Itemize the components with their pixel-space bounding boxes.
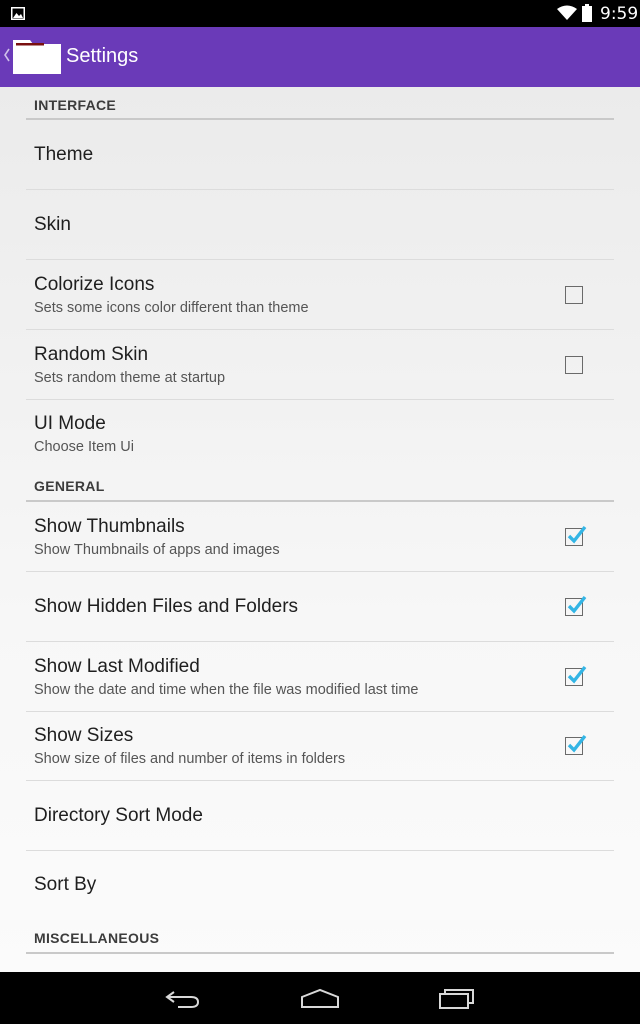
section-header-general: GENERAL	[26, 468, 614, 502]
checkmark-icon	[567, 525, 587, 544]
pref-show-thumbnails[interactable]: Show Thumbnails Show Thumbnails of apps …	[26, 502, 614, 572]
colorize-icons-checkbox[interactable]	[565, 286, 583, 304]
pref-summary: Sets some icons color different than the…	[34, 300, 309, 316]
checkmark-icon	[567, 595, 587, 614]
pref-title: Show Hidden Files and Folders	[34, 596, 299, 617]
pref-summary: Choose Item Ui	[34, 439, 134, 455]
show-last-modified-checkbox[interactable]	[565, 665, 587, 686]
wifi-icon	[557, 5, 577, 20]
home-icon[interactable]	[300, 988, 340, 1010]
pref-show-last-modified[interactable]: Show Last Modified Show the date and tim…	[26, 642, 614, 712]
pref-title: UI Mode	[34, 413, 106, 434]
pref-title: Sort By	[34, 874, 97, 895]
section-header-interface: INTERFACE	[26, 87, 614, 120]
section-header-miscellaneous: MISCELLANEOUS	[26, 920, 614, 954]
pref-title: Directory Sort Mode	[34, 805, 203, 826]
pref-summary: Show Thumbnails of apps and images	[34, 542, 280, 558]
pref-show-sizes[interactable]: Show Sizes Show size of files and number…	[26, 711, 614, 781]
pref-ui-mode[interactable]: UI Mode Choose Item Ui	[26, 399, 614, 468]
checkmark-icon	[567, 734, 587, 753]
pref-title: Show Thumbnails	[34, 516, 185, 537]
action-bar: Settings	[0, 27, 640, 87]
status-clock: 9:59	[600, 4, 639, 24]
battery-icon	[582, 4, 592, 22]
status-bar: 9:59	[0, 0, 640, 27]
pref-summary: Show size of files and number of items i…	[34, 751, 346, 767]
folder-icon[interactable]	[12, 37, 62, 75]
settings-list[interactable]: INTERFACE Theme Skin Colorize Icons Sets…	[0, 87, 640, 972]
pref-theme[interactable]: Theme	[26, 120, 614, 190]
show-sizes-checkbox[interactable]	[565, 734, 587, 755]
pref-summary: Sets random theme at startup	[34, 370, 226, 386]
pref-summary: Show the date and time when the file was…	[34, 682, 419, 698]
pref-sort-by[interactable]: Sort By	[26, 850, 614, 920]
pref-title: Colorize Icons	[34, 274, 155, 295]
pref-title: Random Skin	[34, 344, 149, 365]
pref-title: Show Sizes	[34, 725, 134, 746]
page-title: Settings	[66, 45, 139, 67]
pref-title: Show Last Modified	[34, 656, 200, 677]
up-chevron-icon[interactable]	[3, 47, 11, 63]
recent-apps-icon[interactable]	[438, 986, 476, 1010]
pref-skin[interactable]: Skin	[26, 190, 614, 260]
pref-directory-sort-mode[interactable]: Directory Sort Mode	[26, 781, 614, 851]
pref-title: Theme	[34, 144, 94, 165]
pref-random-skin[interactable]: Random Skin Sets random theme at startup	[26, 330, 614, 400]
image-notification-icon	[11, 7, 25, 20]
random-skin-checkbox[interactable]	[565, 356, 583, 374]
pref-title: Skin	[34, 214, 71, 235]
show-thumbnails-checkbox[interactable]	[565, 525, 587, 546]
pref-colorize-icons[interactable]: Colorize Icons Sets some icons color dif…	[26, 260, 614, 330]
navigation-bar	[0, 972, 640, 1024]
checkmark-icon	[567, 665, 587, 684]
back-icon[interactable]	[164, 988, 202, 1010]
show-hidden-files-checkbox[interactable]	[565, 595, 587, 616]
pref-show-hidden-files[interactable]: Show Hidden Files and Folders	[26, 572, 614, 642]
